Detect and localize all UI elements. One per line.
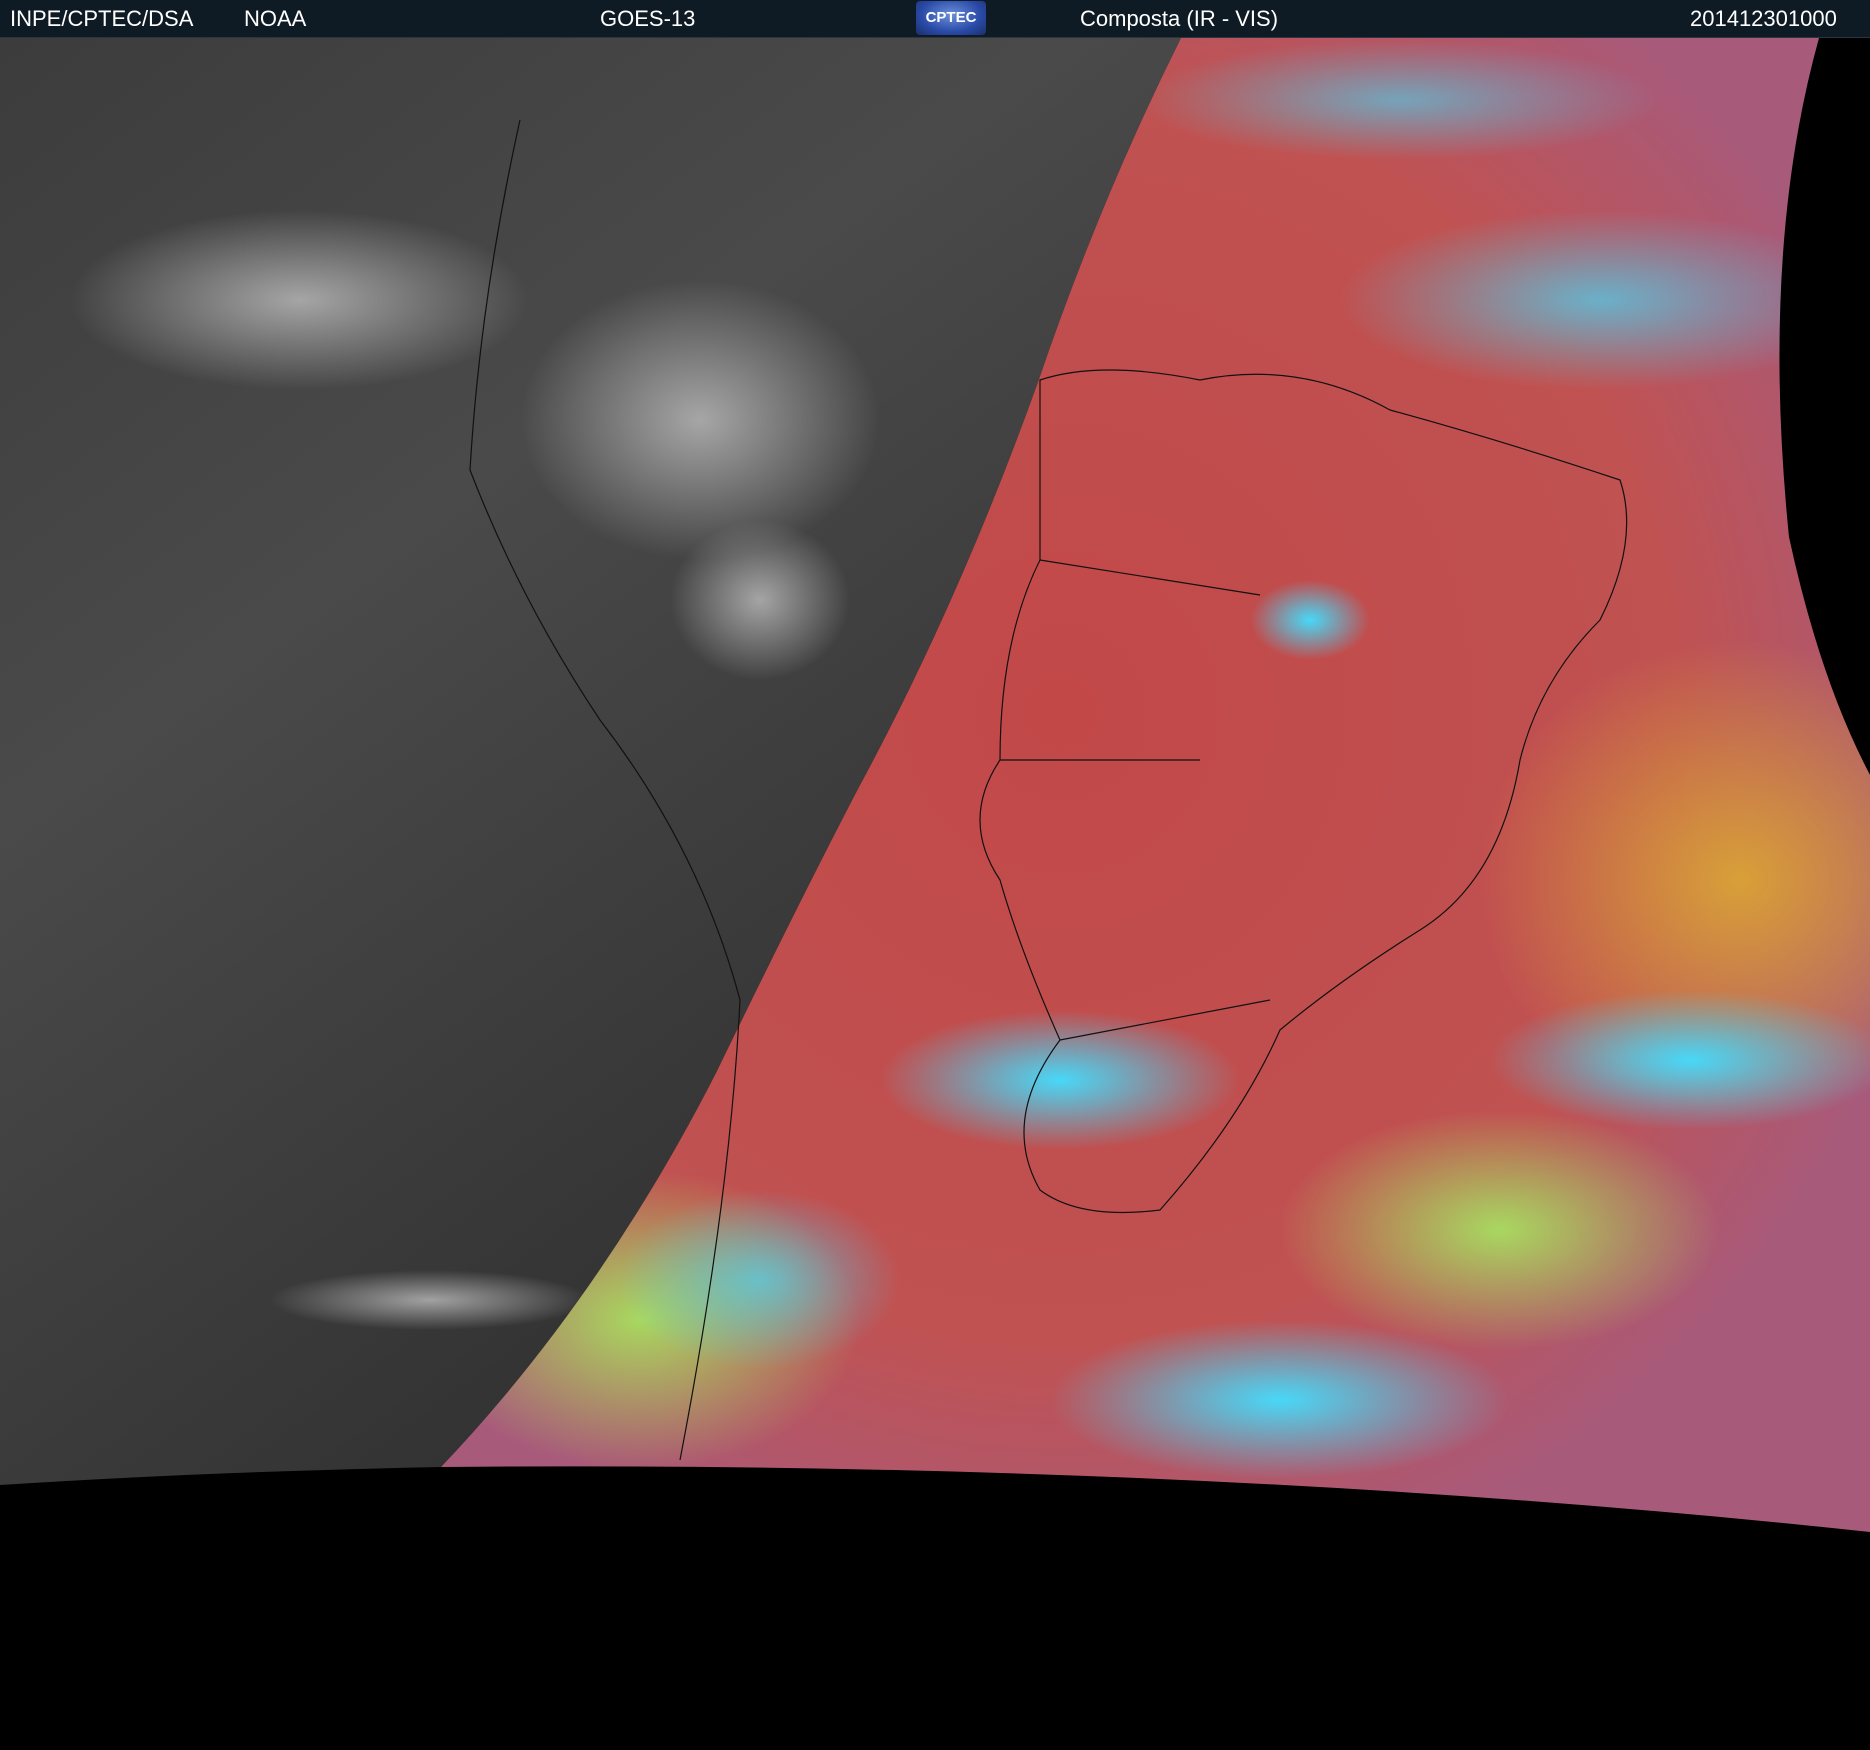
- cptec-logo: CPTEC: [916, 1, 986, 35]
- agency-label: INPE/CPTEC/DSA: [10, 6, 194, 31]
- product-label: Composta (IR - VIS): [1080, 6, 1279, 31]
- header-bar: INPE/CPTEC/DSA NOAA GOES-13 CPTEC Compos…: [0, 0, 1870, 38]
- timestamp-label: 201412301000: [1690, 6, 1837, 31]
- satellite-label: GOES-13: [600, 6, 696, 31]
- satellite-image: [0, 38, 1870, 1750]
- source-label: NOAA: [244, 6, 307, 31]
